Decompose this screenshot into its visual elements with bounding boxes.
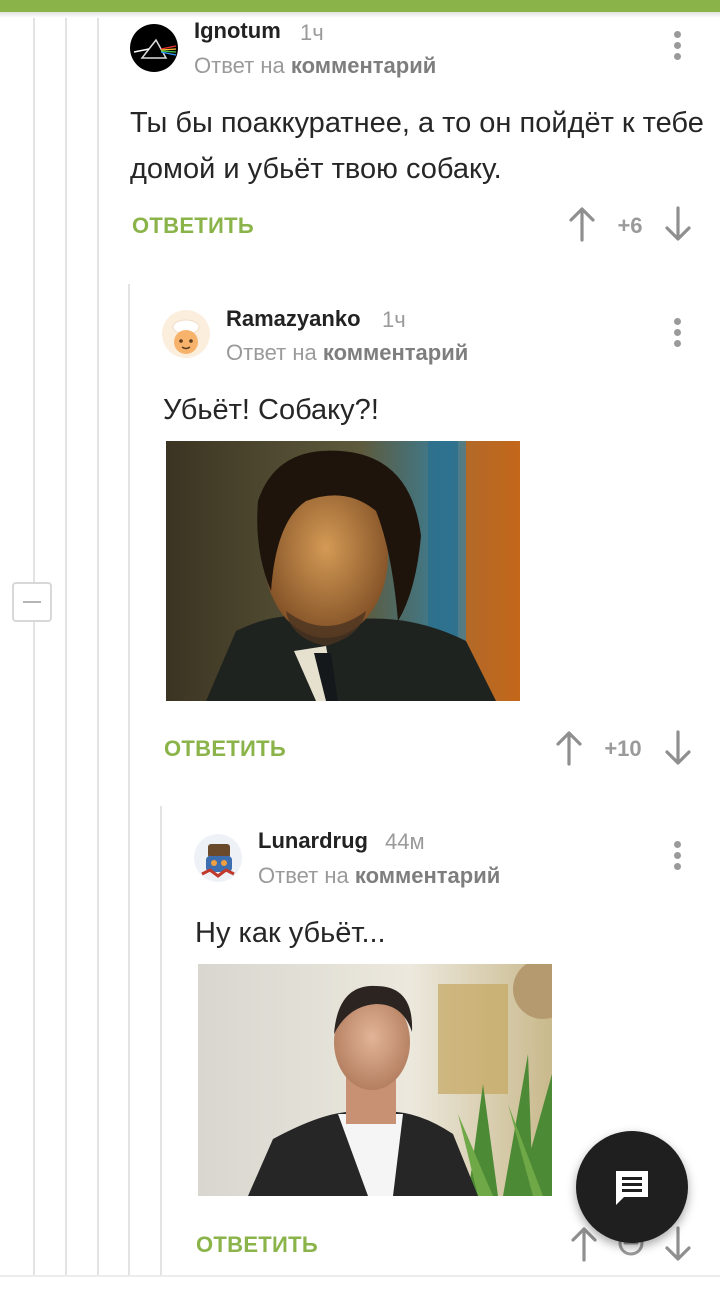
- reply-prefix: Ответ на: [258, 863, 349, 888]
- more-vertical-icon[interactable]: [666, 838, 690, 874]
- comment-text: Ну как убьёт...: [195, 917, 386, 949]
- avatar[interactable]: [194, 834, 242, 882]
- comment-icon: [616, 1171, 648, 1205]
- comment-image[interactable]: [198, 964, 552, 1196]
- bottom-divider: [0, 1275, 720, 1277]
- arrow-up-icon[interactable]: [570, 1226, 598, 1262]
- comment: Lunardrug 44м Ответ на комментарий Ну ка…: [0, 0, 720, 1275]
- reply-target-link[interactable]: комментарий: [355, 863, 500, 888]
- comment-time: 44м: [385, 829, 425, 854]
- username[interactable]: Lunardrug: [258, 828, 368, 854]
- reply-to-line: Ответ на комментарий: [258, 863, 500, 889]
- add-comment-button[interactable]: [576, 1131, 688, 1243]
- arrow-down-icon[interactable]: [664, 1226, 692, 1262]
- reply-button[interactable]: ОТВЕТИТЬ: [196, 1232, 318, 1258]
